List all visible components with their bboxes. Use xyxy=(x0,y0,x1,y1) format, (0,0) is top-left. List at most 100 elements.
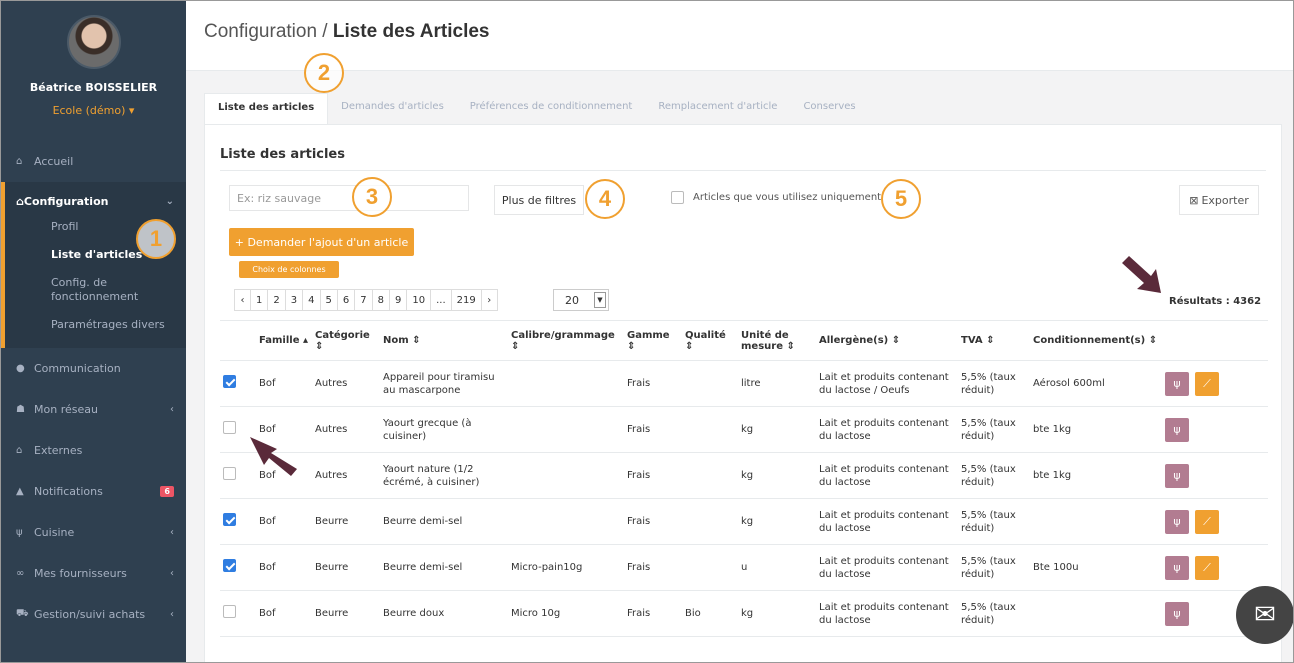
header-unite[interactable]: Unité de mesure ⇕ xyxy=(738,320,816,361)
sidebar-item-externes[interactable]: ⌂ Externes xyxy=(1,430,186,471)
sidebar-subitem-parametrages[interactable]: Paramétrages divers xyxy=(5,318,186,332)
callout-1: 1 xyxy=(136,219,176,259)
table-row[interactable]: Bof Autres Appareil pour tiramisu au masca… xyxy=(220,360,1268,407)
table-row[interactable]: Bof Beurre Beurre doux Micro 10g Frais Bio kg L… xyxy=(220,590,1268,637)
tab-preferences-conditionnement[interactable]: Préférences de conditionnement xyxy=(457,93,646,125)
page-link[interactable]: 3 xyxy=(284,289,304,311)
cell-calibre: Micro 10g xyxy=(508,590,624,637)
page-link[interactable]: 8 xyxy=(371,289,390,311)
results-count: Résultats : 4362 xyxy=(1169,296,1262,307)
sidebar-item-mon-reseau[interactable]: ☗ Mon réseau ‹ xyxy=(1,389,186,430)
sidebar-item-communication[interactable]: ● Communication xyxy=(1,348,186,389)
table-body: Bof Autres Appareil pour tiramisu au masca… xyxy=(220,360,1268,637)
bell-icon: ▲ xyxy=(16,486,24,497)
header-famille[interactable]: Famille ▴ xyxy=(256,320,312,361)
header-qualite[interactable]: Qualité ⇕ xyxy=(682,320,738,361)
only-used-filter[interactable]: Articles que vous utilisez uniquement xyxy=(671,191,881,204)
cell-famille: Bof xyxy=(256,360,312,407)
cell-actions: ψ ⟋ xyxy=(1162,360,1268,407)
page-prev[interactable]: ‹ xyxy=(234,289,251,311)
tab-remplacement-article[interactable]: Remplacement d'article xyxy=(645,93,790,125)
sidebar-item-configuration[interactable]: ⌂ Configuration ⌄ xyxy=(5,182,186,220)
cell-famille: Bof xyxy=(256,406,312,453)
table-row[interactable]: Bof Autres Yaourt nature (1/2 écrémé, à cu… xyxy=(220,452,1268,499)
row-checkbox[interactable] xyxy=(223,375,236,388)
export-label: Exporter xyxy=(1201,193,1249,207)
header-gamme[interactable]: Gamme ⇕ xyxy=(624,320,682,361)
table-row[interactable]: Bof Beurre Beurre demi-sel Frais kg Lait et p… xyxy=(220,498,1268,545)
cutlery-icon[interactable]: ψ xyxy=(1165,601,1189,626)
comments-icon: ● xyxy=(16,363,25,374)
line-chart-icon[interactable]: ⟋ xyxy=(1195,509,1219,534)
cell-categorie: Beurre xyxy=(312,544,380,591)
row-checkbox[interactable] xyxy=(223,605,236,618)
search-input[interactable]: Ex: riz sauvage xyxy=(229,185,469,211)
cell-nom: Beurre demi-sel xyxy=(380,498,508,545)
chat-button[interactable]: ✉ xyxy=(1236,586,1293,644)
sidebar-subitem-config-fonctionnement[interactable]: Config. de fonctionnement xyxy=(5,276,155,304)
tab-conserves[interactable]: Conserves xyxy=(790,93,868,125)
cell-famille: Bof xyxy=(256,452,312,499)
file-excel-icon: ⊠ xyxy=(1189,193,1199,207)
table-header-row: Famille ▴ Catégorie ⇕ Nom ⇕ Calibre/gram… xyxy=(220,320,1268,361)
page-link[interactable]: 219 xyxy=(450,289,482,311)
cell-allergenes: Lait et produits contenant du lactose xyxy=(816,406,958,453)
sidebar-item-fournisseurs[interactable]: ∞ Mes fournisseurs ‹ xyxy=(1,553,186,594)
cutlery-icon[interactable]: ψ xyxy=(1165,463,1189,488)
page-link[interactable]: 1 xyxy=(250,289,269,311)
cell-nom: Yaourt grecque (à cuisiner) xyxy=(380,406,508,453)
page-link[interactable]: 10 xyxy=(406,289,432,311)
cell-select xyxy=(220,590,256,637)
more-filters-button[interactable]: Plus de filtres xyxy=(494,185,584,215)
only-used-checkbox[interactable] xyxy=(671,191,684,204)
row-checkbox[interactable] xyxy=(223,513,236,526)
table-row[interactable]: Bof Autres Yaourt grecque (à cuisiner) Frai… xyxy=(220,406,1268,453)
page-size-select[interactable]: 20 ▼ xyxy=(553,289,609,311)
chevron-down-icon: ⌄ xyxy=(165,195,174,207)
cell-select xyxy=(220,360,256,407)
avatar[interactable] xyxy=(66,15,121,69)
page-link[interactable]: 5 xyxy=(319,289,338,311)
cell-famille: Bof xyxy=(256,590,312,637)
callout-5: 5 xyxy=(881,179,921,219)
cell-tva: 5,5% (taux réduit) xyxy=(958,360,1030,407)
bank-icon: ⌂ xyxy=(16,194,24,208)
request-article-button[interactable]: + Demander l'ajout d'un article xyxy=(229,228,414,256)
cutlery-icon[interactable]: ψ xyxy=(1165,371,1189,396)
header-calibre[interactable]: Calibre/grammage ⇕ xyxy=(508,320,624,361)
row-checkbox[interactable] xyxy=(223,559,236,572)
export-button[interactable]: ⊠ Exporter xyxy=(1179,185,1259,215)
sidebar-item-cuisine[interactable]: ψ Cuisine ‹ xyxy=(1,512,186,553)
cutlery-icon[interactable]: ψ xyxy=(1165,555,1189,580)
cutlery-icon[interactable]: ψ xyxy=(1165,509,1189,534)
page-link[interactable]: 7 xyxy=(354,289,373,311)
header-categorie[interactable]: Catégorie ⇕ xyxy=(312,320,380,361)
sidebar-item-label: Accueil xyxy=(34,155,74,168)
cell-qualite xyxy=(682,452,738,499)
cell-allergenes: Lait et produits contenant du lactose xyxy=(816,590,958,637)
header-tva[interactable]: TVA ⇕ xyxy=(958,320,1030,361)
table-row[interactable]: Bof Beurre Beurre demi-sel Micro-pain10g Fra… xyxy=(220,544,1268,591)
page-next[interactable]: › xyxy=(480,289,498,311)
line-chart-icon[interactable]: ⟋ xyxy=(1195,371,1219,396)
cutlery-icon[interactable]: ψ xyxy=(1165,417,1189,442)
row-checkbox[interactable] xyxy=(223,421,236,434)
header-nom[interactable]: Nom ⇕ xyxy=(380,320,508,361)
header-conditionnement[interactable]: Conditionnement(s) ⇕ xyxy=(1030,320,1162,361)
sidebar-item-label: Externes xyxy=(34,444,83,457)
column-chooser-button[interactable]: Choix de colonnes xyxy=(239,261,339,278)
row-checkbox[interactable] xyxy=(223,467,236,480)
tab-liste-articles[interactable]: Liste des articles xyxy=(204,93,329,125)
page-link[interactable]: 9 xyxy=(389,289,408,311)
sidebar-item-gestion-achats[interactable]: ⛟ Gestion/suivi achats ‹ xyxy=(1,594,186,635)
page-link[interactable]: 4 xyxy=(302,289,321,311)
sidebar-item-home[interactable]: ⌂ Accueil xyxy=(1,141,186,182)
line-chart-icon[interactable]: ⟋ xyxy=(1195,555,1219,580)
header-allergenes[interactable]: Allergène(s) ⇕ xyxy=(816,320,958,361)
org-dropdown[interactable]: Ecole (démo) ▾ xyxy=(1,104,186,117)
tab-demandes-articles[interactable]: Demandes d'articles xyxy=(328,93,457,125)
cell-unite: kg xyxy=(738,406,816,453)
page-link[interactable]: 2 xyxy=(267,289,286,311)
sidebar-item-notifications[interactable]: ▲ Notifications 6 xyxy=(1,471,186,512)
page-link[interactable]: 6 xyxy=(336,289,356,311)
